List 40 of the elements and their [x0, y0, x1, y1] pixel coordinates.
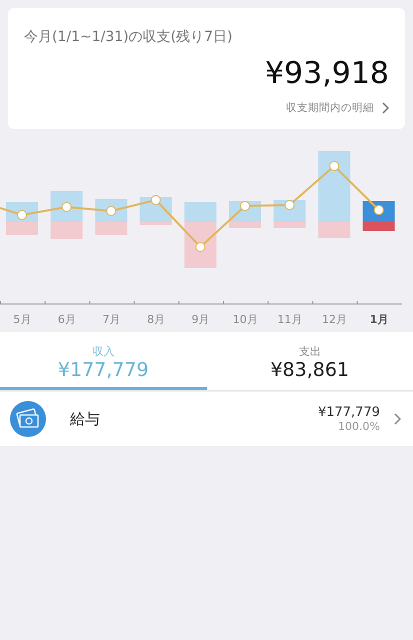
month-label: 12月 [320, 312, 348, 326]
money-icon [10, 401, 46, 437]
expense-bar[interactable] [50, 222, 83, 239]
tab-amount: ¥177,779 [58, 359, 149, 381]
expense-bar[interactable] [318, 222, 350, 238]
income-bar[interactable] [318, 151, 350, 222]
month-label: 10月 [232, 312, 259, 326]
month-label: 1月 [368, 312, 390, 326]
category-share: 100.0% [338, 420, 380, 433]
period-title: 今月(1/1~1/31)の収支(残り7日) [24, 28, 234, 46]
balance-point [195, 242, 206, 252]
tab-label: 収入 [92, 344, 114, 359]
balance-point [106, 206, 116, 216]
chevron-right-icon [394, 413, 401, 425]
balance-amount: ¥93,918 [264, 56, 389, 91]
month-label: 9月 [190, 312, 211, 326]
month-label: 11月 [276, 312, 304, 326]
balance-point [284, 200, 295, 210]
chevron-right-icon [382, 102, 389, 114]
month-label: 5月 [12, 312, 32, 326]
tab-amount: ¥83,861 [270, 359, 350, 381]
month-label: 6月 [56, 312, 77, 326]
expense-bar[interactable] [95, 222, 128, 235]
balance-point [150, 195, 161, 205]
month-label: 7月 [101, 312, 122, 326]
expense-bar[interactable] [274, 222, 306, 228]
balance-point [329, 161, 340, 171]
expense-bar[interactable] [184, 222, 216, 268]
expense-bar[interactable] [6, 222, 38, 235]
category-amount: ¥177,779 [318, 405, 380, 420]
month-label: 8月 [146, 312, 166, 326]
summary-tab[interactable]: 支出 ¥83,861 [206, 332, 413, 390]
details-link[interactable]: 収支期間内の明細 [286, 101, 389, 115]
balance-point [374, 205, 384, 215]
expense-bar[interactable] [362, 222, 395, 231]
expense-bar[interactable] [229, 222, 261, 228]
tab-label: 支出 [298, 344, 321, 359]
category-row[interactable]: 給与 ¥177,779 100.0% [0, 392, 413, 446]
category-name: 給与 [70, 410, 101, 428]
expense-bar[interactable] [140, 222, 172, 225]
